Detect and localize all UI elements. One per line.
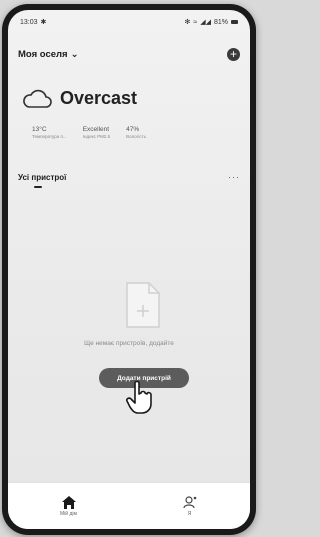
humidity-label: Вологість — [126, 134, 146, 139]
pointer-hand-icon — [126, 380, 152, 414]
devices-header: Усі пристрої ··· — [18, 172, 240, 182]
cloud-icon — [23, 89, 52, 108]
battery-percent: 81% — [213, 18, 228, 26]
add-button[interactable]: + — [227, 47, 240, 61]
humidity-stat: 47% Вологість — [126, 126, 146, 139]
pm25-label: Індекс PM2.5 — [82, 134, 111, 139]
weather-card[interactable]: Overcast — [22, 88, 137, 109]
plus-icon: + — [229, 47, 237, 61]
home-selector[interactable]: Моя оселя ⌄ — [18, 49, 79, 60]
temperature-value: 13°C — [32, 126, 47, 133]
tab-my-home[interactable]: Мій дім — [8, 483, 129, 529]
tab-me[interactable]: Я — [129, 483, 250, 529]
temperature-label: Температура п... — [32, 134, 67, 139]
signal-icon: ◢◢ — [200, 19, 211, 26]
chevron-down-icon: ⌄ — [70, 48, 79, 60]
pm25-stat: Excellent Індекс PM2.5 — [83, 126, 110, 139]
weather-stats: 13°C Температура п... Excellent Індекс P… — [32, 126, 146, 139]
battery-icon — [231, 20, 238, 24]
humidity-value: 47% — [126, 126, 140, 133]
tab-label-my-home: Мій дім — [60, 510, 77, 517]
profile-icon — [182, 495, 196, 508]
empty-document-icon — [126, 282, 160, 328]
app-screen: 13:03 ✱ ✻ ≈ ◢◢ 81% Моя оселя ⌄ + Overcas… — [8, 10, 250, 529]
wifi-icon: ≈ — [193, 18, 198, 26]
active-tab-indicator — [34, 186, 42, 188]
pm25-value: Excellent — [82, 126, 110, 133]
temperature-stat: 13°C Температура п... — [32, 126, 67, 139]
notification-icon: ✱ — [40, 19, 47, 26]
all-devices-tab[interactable]: Усі пристрої — [18, 173, 66, 182]
home-name: Моя оселя — [18, 48, 68, 60]
tab-label-me: Я — [187, 510, 192, 517]
top-bar: Моя оселя ⌄ + — [18, 44, 240, 64]
weather-condition: Overcast — [60, 88, 138, 108]
status-bar: 13:03 ✱ ✻ ≈ ◢◢ 81% — [8, 10, 250, 34]
status-time: 13:03 — [20, 18, 38, 26]
more-options-icon[interactable]: ··· — [228, 172, 240, 182]
home-icon — [61, 495, 76, 509]
empty-message: Ще немає пристроїв, додайте — [84, 340, 174, 347]
bottom-tab-bar: Мій дім Я — [8, 482, 250, 529]
bluetooth-icon: ✻ — [184, 19, 191, 26]
phone-frame: 13:03 ✱ ✻ ≈ ◢◢ 81% Моя оселя ⌄ + Overcas… — [2, 4, 256, 535]
